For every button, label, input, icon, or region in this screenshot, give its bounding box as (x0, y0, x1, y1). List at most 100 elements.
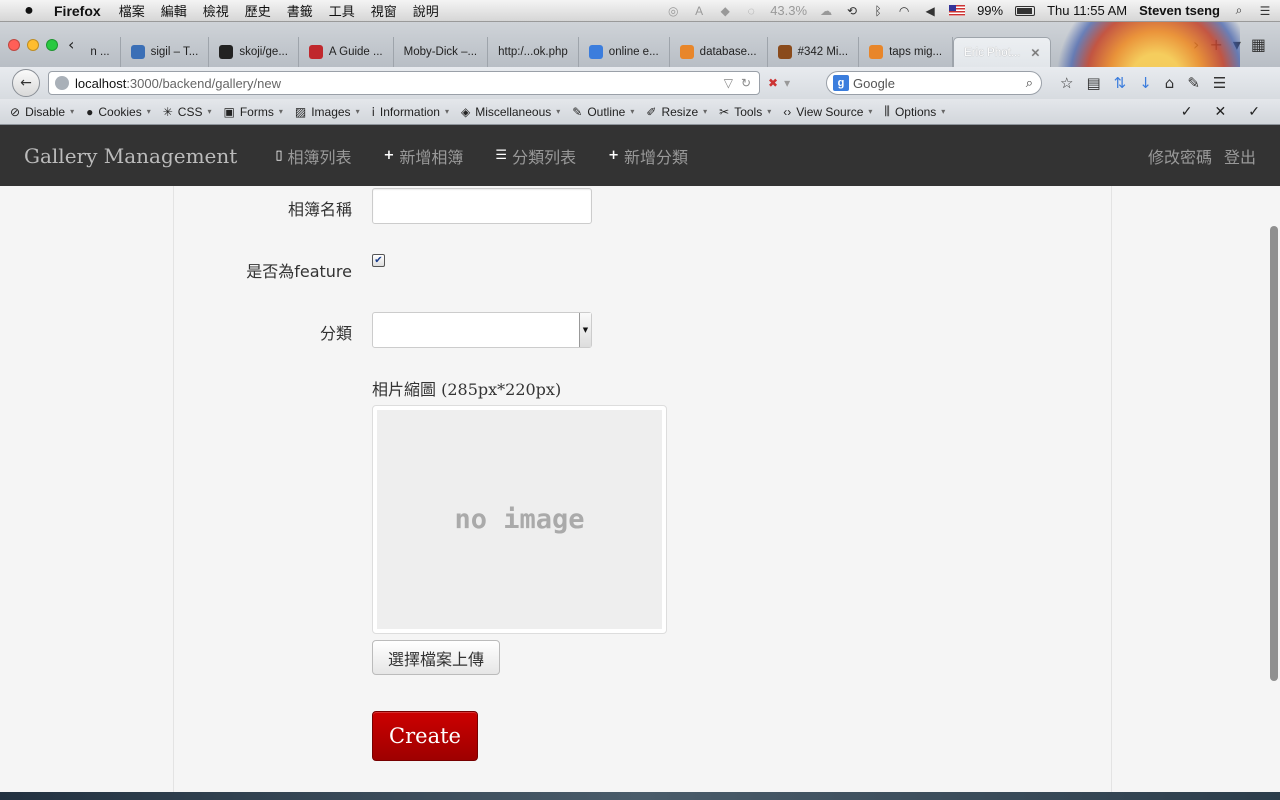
category-select[interactable]: ▼ (372, 312, 592, 348)
feature-checkbox[interactable]: ✔ (372, 254, 385, 267)
home-icon[interactable]: ⌂ (1165, 74, 1175, 92)
url-bar[interactable]: localhost:3000/backend/gallery/new ▽ ↻ (48, 71, 760, 95)
close-window-button[interactable] (8, 38, 20, 51)
addon-dropdown-icon[interactable]: ▾ (784, 76, 790, 90)
browser-tab[interactable]: A Guide ... (299, 37, 394, 67)
create-button[interactable]: Create (372, 711, 478, 761)
wd-disable[interactable]: ⊘ Disable ▾ (10, 105, 74, 119)
tab-scroll-right-icon[interactable]: › (1193, 35, 1199, 54)
downloads-icon[interactable]: ↓ (1139, 74, 1152, 92)
search-input[interactable]: Google (853, 76, 895, 91)
page-scrollbar[interactable] (1270, 226, 1278, 681)
close-icon[interactable]: ✕ (1215, 103, 1227, 120)
logout-link[interactable]: 登出 (1224, 144, 1256, 168)
nav-album-list[interactable]: ▯ 相簿列表 (275, 144, 351, 168)
checkmark-icon[interactable]: ✓ (1248, 103, 1260, 120)
wd-forms[interactable]: ▣ Forms ▾ (224, 105, 283, 119)
google-favicon-icon (588, 45, 603, 59)
zoom-window-button[interactable] (46, 38, 58, 51)
apple-icon[interactable]: ● (20, 2, 38, 20)
book-icon: ▯ (275, 148, 283, 163)
minimize-window-button[interactable] (27, 38, 39, 51)
browser-tab[interactable]: sigil – T... (121, 37, 210, 67)
cloud-icon[interactable]: ☁ (819, 4, 833, 18)
battery-icon[interactable] (1015, 5, 1036, 16)
os-menubar: ● Firefox 檔案 編輯 檢視 歷史 書籤 工具 視窗 說明 ◎ A ◆ … (0, 0, 1280, 22)
close-tab-icon[interactable]: ✕ (1030, 46, 1040, 60)
browser-tab[interactable]: taps mig... (859, 37, 954, 67)
tab-label: n ... (90, 46, 110, 58)
dropdown-arrow-icon: ▾ (207, 107, 212, 116)
wd-images[interactable]: ▨ Images ▾ (295, 105, 360, 119)
font-icon[interactable]: A (692, 4, 706, 18)
menu-history[interactable]: 歷史 (245, 1, 271, 20)
wd-information[interactable]: ⅰ Information ▾ (372, 105, 449, 119)
search-icon[interactable]: ⌕ (1026, 75, 1041, 91)
clock[interactable]: Thu 11:55 AM (1047, 3, 1127, 18)
addon-arrows-icon[interactable]: ⇅ (1114, 74, 1127, 92)
checkmark-icon[interactable]: ✓ (1181, 103, 1193, 120)
upload-file-button[interactable]: 選擇檔案上傳 (372, 640, 500, 675)
spinner-icon[interactable]: ◌ (744, 4, 758, 18)
desktop-wallpaper-edge (0, 792, 1280, 800)
nav-new-category[interactable]: + 新增分類 (608, 144, 688, 168)
wd-view-source[interactable]: ‹› View Source ▾ (783, 105, 872, 119)
wd-tools[interactable]: ✂ Tools ▾ (719, 105, 771, 119)
browser-tab-active[interactable]: Eric Phot... ✕ (953, 37, 1052, 67)
menu-view[interactable]: 檢視 (203, 1, 229, 20)
search-bar[interactable]: g Google ⌕ (826, 71, 1042, 95)
notification-list-icon[interactable]: ☰ (1258, 4, 1272, 18)
evernote-icon[interactable]: ◆ (718, 4, 732, 18)
browser-tab[interactable]: #342 Mi... (768, 37, 860, 67)
menu-edit[interactable]: 編輯 (161, 1, 187, 20)
wifi-icon[interactable]: ◠ (897, 4, 911, 18)
bluetooth-icon[interactable]: ᛒ (871, 4, 885, 18)
menu-bookmarks[interactable]: 書籤 (287, 1, 313, 20)
browser-tab[interactable]: Moby-Dick –... (394, 37, 489, 67)
flag-icon[interactable] (949, 5, 966, 16)
reading-list-icon[interactable]: ▤ (1086, 74, 1100, 92)
wd-resize[interactable]: ✐ Resize ▾ (646, 105, 707, 119)
headphones-icon[interactable]: ◎ (666, 4, 680, 18)
google-search-engine-icon[interactable]: g (833, 75, 849, 91)
browser-tab[interactable]: http:/...ok.php (488, 37, 579, 67)
user-name[interactable]: Steven tseng (1139, 3, 1220, 18)
browser-tab[interactable]: online e... (579, 37, 670, 67)
wd-outline[interactable]: ✎ Outline ▾ (572, 105, 634, 119)
wd-cookies[interactable]: ● Cookies ▾ (86, 105, 151, 119)
spotlight-search-icon[interactable]: ⌕ (1232, 3, 1246, 18)
nav-new-album[interactable]: + 新增相簿 (383, 144, 463, 168)
wd-miscellaneous[interactable]: ◈ Miscellaneous ▾ (461, 105, 560, 119)
time-machine-icon[interactable]: ⟲ (845, 4, 859, 18)
browser-tab[interactable]: skoji/ge... (209, 37, 299, 67)
tab-scroll-left-icon[interactable]: ‹ (68, 35, 74, 54)
reload-icon[interactable]: ↻ (741, 76, 751, 90)
url-dropdown-icon[interactable]: ▽ (724, 76, 733, 90)
tab-list-dropdown-icon[interactable]: ▾ (1233, 35, 1241, 54)
browser-tab[interactable]: n ... (80, 37, 121, 67)
tab-groups-icon[interactable]: ▦ (1251, 35, 1266, 54)
url-tools: ▽ ↻ (724, 76, 759, 90)
new-tab-icon[interactable]: + (1209, 35, 1222, 54)
menu-window[interactable]: 視窗 (371, 1, 397, 20)
menu-file[interactable]: 檔案 (119, 1, 145, 20)
bookmark-star-icon[interactable]: ☆ (1060, 74, 1073, 92)
volume-icon[interactable]: ◀ (923, 4, 937, 18)
addon-plugin-icon[interactable]: ✎ (1187, 74, 1200, 92)
app-menu-firefox[interactable]: Firefox (54, 3, 101, 19)
change-password-link[interactable]: 修改密碼 (1148, 144, 1212, 168)
wd-css[interactable]: ✳ CSS ▾ (163, 105, 212, 119)
menu-hamburger-icon[interactable]: ☰ (1213, 74, 1226, 92)
nav-category-list[interactable]: ☰ 分類列表 (495, 144, 576, 168)
no-image-text: no image (454, 504, 585, 535)
dropdown-arrow-icon: ▾ (868, 107, 873, 116)
back-button[interactable]: ← (12, 69, 40, 97)
browser-tab[interactable]: database... (670, 37, 768, 67)
menu-help[interactable]: 說明 (413, 1, 439, 20)
menu-tools[interactable]: 工具 (329, 1, 355, 20)
dropdown-arrow-icon: ▾ (941, 107, 946, 116)
brand-link[interactable]: Gallery Management (24, 144, 237, 168)
album-name-input[interactable] (372, 188, 592, 224)
addon-blocked-icon[interactable]: ✖ (768, 76, 778, 90)
wd-options[interactable]: ⫼ Options ▾ (884, 104, 945, 119)
